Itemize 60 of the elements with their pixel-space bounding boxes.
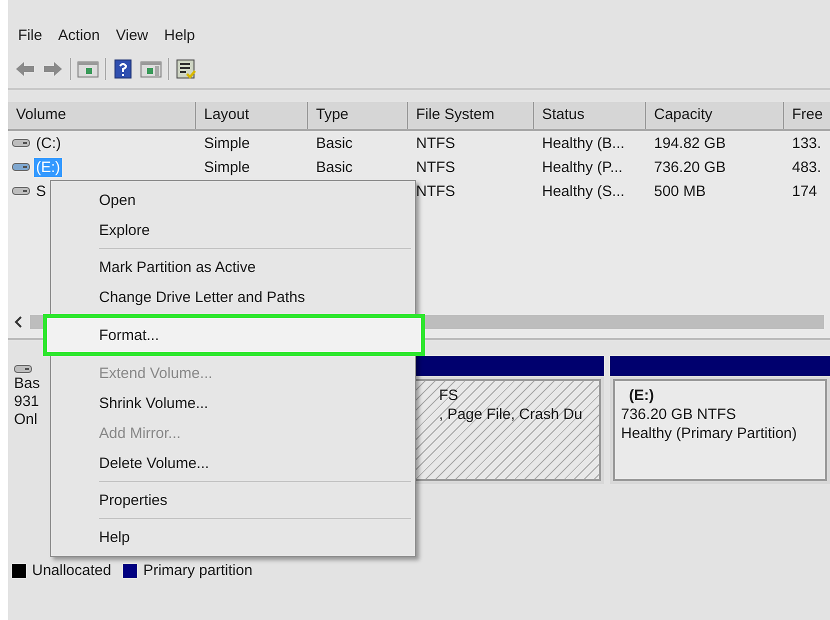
partition-detail: , Page File, Crash Du: [439, 406, 584, 423]
properties-icon[interactable]: [175, 59, 197, 79]
menu-item[interactable]: Action: [52, 24, 106, 46]
context-menu-item[interactable]: Shrink Volume...: [53, 388, 413, 418]
menu-item[interactable]: View: [110, 24, 154, 46]
partition-detail: FS: [439, 387, 460, 404]
partition-block[interactable]: (E:) 736.20 GB NTFS Healthy (Primary Partition): [610, 356, 830, 484]
disk-info-text: Bas: [14, 375, 41, 392]
table-cell: Basic: [316, 158, 353, 176]
column-header[interactable]: Type: [308, 102, 408, 129]
scroll-left-button[interactable]: [14, 316, 24, 328]
column-header[interactable]: Capacity: [646, 102, 784, 129]
table-cell: Healthy (B...: [542, 134, 625, 152]
column-header[interactable]: Layout: [196, 102, 308, 129]
table-cell: 194.82 GB: [654, 134, 726, 152]
legend-label: Unallocated: [32, 562, 112, 579]
table-cell: 500 MB: [654, 182, 706, 200]
partition-detail: Healthy (Primary Partition): [621, 425, 798, 442]
legend-label: Primary partition: [143, 562, 252, 579]
partition-name: (E:): [628, 387, 655, 404]
context-menu-item[interactable]: Mark Partition as Active: [53, 252, 413, 282]
drive-icon: [12, 162, 30, 172]
drive-name[interactable]: (C:): [34, 134, 63, 152]
disk-info-text: Onl: [14, 411, 38, 428]
column-header[interactable]: Free: [784, 102, 830, 129]
table-cell: 133.: [792, 134, 822, 152]
context-menu-item[interactable]: Open: [53, 185, 413, 215]
column-header[interactable]: Volume: [8, 102, 196, 129]
drive-icon: [12, 138, 30, 148]
menu-item[interactable]: File: [12, 24, 48, 46]
table-cell: 736.20 GB: [654, 158, 726, 176]
table-cell: NTFS: [416, 158, 456, 176]
context-menu-item[interactable]: Help: [53, 522, 413, 552]
menu-item[interactable]: Help: [158, 24, 201, 46]
table-cell: 174: [792, 182, 818, 200]
back-arrow-icon[interactable]: [14, 59, 36, 79]
context-menu-item[interactable]: Delete Volume...: [53, 448, 413, 478]
panel-icon[interactable]: [77, 59, 99, 79]
column-header[interactable]: Status: [534, 102, 646, 129]
table-cell: Simple: [204, 134, 250, 152]
context-menu-item[interactable]: Change Drive Letter and Paths: [53, 282, 413, 312]
drive-icon: [12, 186, 30, 196]
context-menu-item[interactable]: Format...: [43, 314, 425, 356]
context-menu-item[interactable]: Explore: [53, 215, 413, 245]
help-icon[interactable]: [112, 59, 134, 79]
table-cell: NTFS: [416, 182, 456, 200]
drive-name[interactable]: S: [34, 182, 48, 200]
table-cell: Simple: [204, 158, 250, 176]
table-cell: 483.: [792, 158, 822, 176]
drive-icon: [14, 364, 32, 374]
forward-arrow-icon[interactable]: [42, 59, 64, 79]
disk-info-text: 931: [14, 393, 40, 410]
context-menu-item[interactable]: Properties: [53, 485, 413, 515]
column-header[interactable]: File System: [408, 102, 534, 129]
panel-icon[interactable]: [140, 59, 162, 79]
table-cell: Basic: [316, 134, 353, 152]
table-cell: Healthy (P...: [542, 158, 623, 176]
table-cell: Healthy (S...: [542, 182, 625, 200]
table-cell: NTFS: [416, 134, 456, 152]
partition-detail: 736.20 GB NTFS: [621, 406, 738, 423]
